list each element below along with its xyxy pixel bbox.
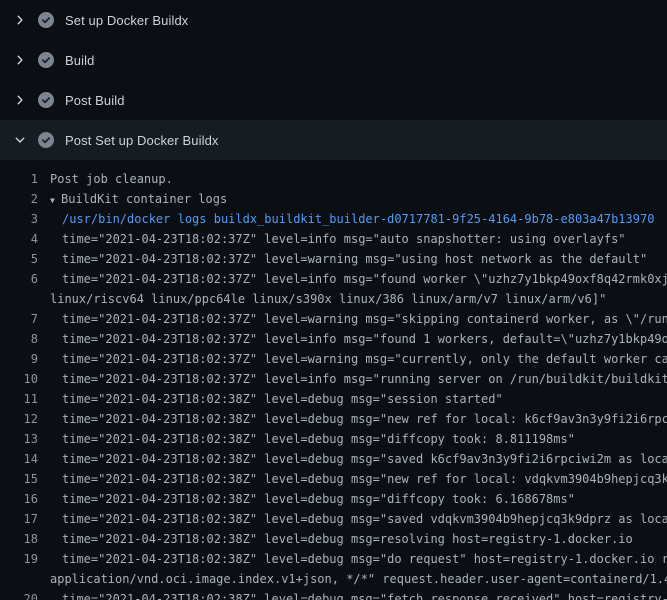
log-line[interactable]: 17 time="2021-04-23T18:02:38Z" level=deb…: [0, 509, 667, 529]
log-line[interactable]: 11 time="2021-04-23T18:02:38Z" level=deb…: [0, 389, 667, 409]
log-line-number: 13: [0, 429, 38, 449]
log-line-number: 12: [0, 409, 38, 429]
chevron-right-icon[interactable]: [13, 53, 27, 67]
step-label: Set up Docker Buildx: [65, 14, 188, 27]
log-line-number: 15: [0, 469, 38, 489]
log-line[interactable]: linux/riscv64 linux/ppc64le linux/s390x …: [0, 289, 667, 309]
log-line-number: 7: [0, 309, 38, 329]
log-line[interactable]: 10 time="2021-04-23T18:02:37Z" level=inf…: [0, 369, 667, 389]
step-label: Post Build: [65, 94, 125, 107]
log-line-text: time="2021-04-23T18:02:38Z" level=debug …: [62, 449, 667, 469]
check-circle-icon: [38, 132, 54, 148]
chevron-right-icon[interactable]: [13, 93, 27, 107]
log-line-text: time="2021-04-23T18:02:37Z" level=info m…: [62, 329, 667, 349]
log-line-text: time="2021-04-23T18:02:37Z" level=warnin…: [62, 349, 667, 369]
log-line-number: 10: [0, 369, 38, 389]
log-line-number: 4: [0, 229, 38, 249]
log-line[interactable]: 19 time="2021-04-23T18:02:38Z" level=deb…: [0, 549, 667, 569]
log-line-number: 20: [0, 589, 38, 600]
log-line-number: 17: [0, 509, 38, 529]
log-line[interactable]: 5 time="2021-04-23T18:02:37Z" level=warn…: [0, 249, 667, 269]
log-line[interactable]: 20 time="2021-04-23T18:02:38Z" level=deb…: [0, 589, 667, 600]
check-circle-icon: [38, 92, 54, 108]
log-line-text: /usr/bin/docker logs buildx_buildkit_bui…: [62, 209, 654, 229]
log-line-text: time="2021-04-23T18:02:37Z" level=warnin…: [62, 249, 647, 269]
chevron-right-icon[interactable]: [13, 13, 27, 27]
log-line-text: time="2021-04-23T18:02:38Z" level=debug …: [62, 429, 575, 449]
chevron-down-icon[interactable]: [13, 133, 27, 147]
check-circle-icon: [38, 12, 54, 28]
log-line-number: 6: [0, 269, 38, 289]
log-line[interactable]: 1 Post job cleanup.: [0, 169, 667, 189]
step-row[interactable]: Build: [0, 40, 667, 80]
log-line-text: time="2021-04-23T18:02:38Z" level=debug …: [62, 409, 667, 429]
actions-log-viewer: Set up Docker Buildx Build Post Buil: [0, 0, 667, 600]
log-line-text: time="2021-04-23T18:02:37Z" level=info m…: [62, 269, 667, 289]
log-line-text: time="2021-04-23T18:02:38Z" level=debug …: [62, 509, 667, 529]
log-line[interactable]: 8 time="2021-04-23T18:02:37Z" level=info…: [0, 329, 667, 349]
log-line-number: 2: [0, 189, 38, 209]
log-line-number: 1: [0, 169, 38, 189]
log-line-text: time="2021-04-23T18:02:37Z" level=info m…: [62, 229, 626, 249]
log-line[interactable]: 18 time="2021-04-23T18:02:38Z" level=deb…: [0, 529, 667, 549]
check-circle-icon: [38, 52, 54, 68]
log-line[interactable]: 3 /usr/bin/docker logs buildx_buildkit_b…: [0, 209, 667, 229]
log-line-text: BuildKit container logs: [61, 189, 227, 209]
log-group-toggle-icon[interactable]: ▼: [50, 191, 61, 209]
log-line-text: time="2021-04-23T18:02:37Z" level=warnin…: [62, 309, 667, 329]
log-line-text: time="2021-04-23T18:02:38Z" level=debug …: [62, 469, 667, 489]
log-line[interactable]: 4 time="2021-04-23T18:02:37Z" level=info…: [0, 229, 667, 249]
step-label: Post Set up Docker Buildx: [65, 134, 219, 147]
log-line-number: 5: [0, 249, 38, 269]
log-line-number: 9: [0, 349, 38, 369]
log-line-text: linux/riscv64 linux/ppc64le linux/s390x …: [50, 289, 606, 309]
log-line[interactable]: 15 time="2021-04-23T18:02:38Z" level=deb…: [0, 469, 667, 489]
log-line[interactable]: 9 time="2021-04-23T18:02:37Z" level=warn…: [0, 349, 667, 369]
log-line-text: time="2021-04-23T18:02:38Z" level=debug …: [62, 529, 633, 549]
log-line[interactable]: application/vnd.oci.image.index.v1+json,…: [0, 569, 667, 589]
log-line-number: 14: [0, 449, 38, 469]
step-label: Build: [65, 54, 94, 67]
log-line-number: 8: [0, 329, 38, 349]
log-line-text: time="2021-04-23T18:02:38Z" level=debug …: [62, 489, 575, 509]
log-line-number: 16: [0, 489, 38, 509]
log-line[interactable]: 2 ▼BuildKit container logs: [0, 189, 667, 209]
log-line[interactable]: 14 time="2021-04-23T18:02:38Z" level=deb…: [0, 449, 667, 469]
log-area[interactable]: 1 Post job cleanup. 2 ▼BuildKit containe…: [0, 160, 667, 600]
log-line-number: 3: [0, 209, 38, 229]
steps-list: Set up Docker Buildx Build Post Buil: [0, 0, 667, 160]
log-line-text: application/vnd.oci.image.index.v1+json,…: [50, 569, 667, 589]
log-line[interactable]: 12 time="2021-04-23T18:02:38Z" level=deb…: [0, 409, 667, 429]
log-line[interactable]: 7 time="2021-04-23T18:02:37Z" level=warn…: [0, 309, 667, 329]
log-line-number: 11: [0, 389, 38, 409]
log-line[interactable]: 6 time="2021-04-23T18:02:37Z" level=info…: [0, 269, 667, 289]
log-line-text: Post job cleanup.: [50, 169, 173, 189]
step-row[interactable]: Set up Docker Buildx: [0, 0, 667, 40]
step-row[interactable]: Post Set up Docker Buildx: [0, 120, 667, 160]
log-line[interactable]: 16 time="2021-04-23T18:02:38Z" level=deb…: [0, 489, 667, 509]
log-line-text: time="2021-04-23T18:02:38Z" level=debug …: [62, 549, 667, 569]
step-row[interactable]: Post Build: [0, 80, 667, 120]
log-line-text: time="2021-04-23T18:02:38Z" level=debug …: [62, 389, 503, 409]
log-line-text: time="2021-04-23T18:02:38Z" level=debug …: [62, 589, 667, 600]
log-line[interactable]: 13 time="2021-04-23T18:02:38Z" level=deb…: [0, 429, 667, 449]
log-line-number: 19: [0, 549, 38, 569]
log-line-text: time="2021-04-23T18:02:37Z" level=info m…: [62, 369, 667, 389]
log-line-number: 18: [0, 529, 38, 549]
